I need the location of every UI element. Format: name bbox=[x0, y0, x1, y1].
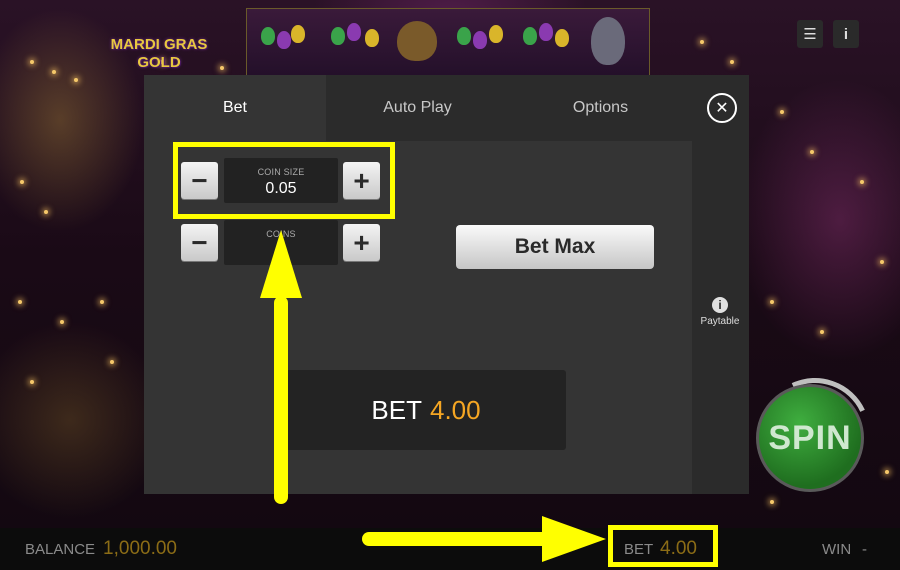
annotation-arrows bbox=[260, 230, 606, 562]
arrow-right-icon bbox=[362, 516, 606, 562]
arrow-up-icon bbox=[260, 230, 302, 504]
